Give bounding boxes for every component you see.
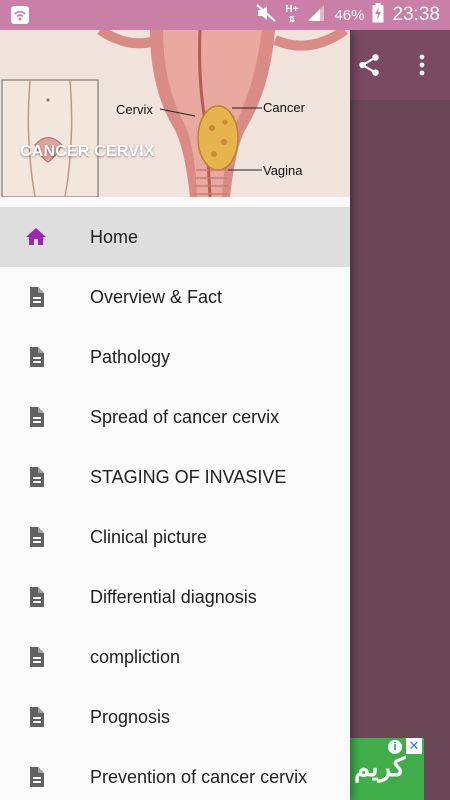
document-icon bbox=[24, 345, 48, 369]
ad-banner[interactable]: كريم i ✕ bbox=[350, 738, 424, 800]
document-icon bbox=[24, 465, 48, 489]
document-icon bbox=[24, 585, 48, 609]
document-icon bbox=[24, 765, 48, 789]
network-type: H+ ⇅ bbox=[285, 4, 299, 25]
menu-item-pathology[interactable]: Pathology bbox=[0, 327, 350, 387]
menu-item-label: Home bbox=[90, 226, 139, 247]
vagina-label: Vagina bbox=[263, 163, 303, 178]
cancer-label: Cancer bbox=[263, 100, 306, 115]
menu-item-label: compliction bbox=[90, 646, 181, 667]
more-options-icon[interactable] bbox=[414, 52, 430, 83]
menu-item-label: Differential diagnosis bbox=[90, 586, 257, 607]
menu-item-staging[interactable]: STAGING OF INVASIVE bbox=[0, 447, 350, 507]
ad-text: كريم bbox=[354, 752, 406, 782]
drawer-header: Cervix Cancer Vagina CANCER CERVIX bbox=[0, 30, 350, 197]
document-icon bbox=[24, 705, 48, 729]
status-bar: H+ ⇅ 46% 23:38 bbox=[0, 0, 450, 30]
ad-info-icon[interactable]: i bbox=[388, 740, 402, 754]
battery-percent: 46% bbox=[334, 6, 365, 24]
menu-item-prognosis[interactable]: Prognosis bbox=[0, 687, 350, 747]
cervix-label: Cervix bbox=[116, 102, 153, 117]
menu-item-label: Prevention of cancer cervix bbox=[90, 766, 308, 787]
menu-item-label: Clinical picture bbox=[90, 526, 208, 547]
signal-icon bbox=[306, 3, 326, 28]
menu-item-label: STAGING OF INVASIVE bbox=[90, 466, 287, 487]
document-icon bbox=[24, 405, 48, 429]
menu-item-label: Pathology bbox=[90, 346, 171, 367]
menu-item-complication[interactable]: compliction bbox=[0, 627, 350, 687]
wifi-icon bbox=[10, 5, 30, 30]
drawer-title: CANCER CERVIX bbox=[20, 143, 155, 160]
menu-item-spread[interactable]: Spread of cancer cervix bbox=[0, 387, 350, 447]
ad-close-icon[interactable]: ✕ bbox=[406, 738, 422, 754]
menu-item-clinical-picture[interactable]: Clinical picture bbox=[0, 507, 350, 567]
document-icon bbox=[24, 285, 48, 309]
document-icon bbox=[24, 645, 48, 669]
menu-item-label: Prognosis bbox=[90, 706, 171, 727]
home-icon bbox=[24, 225, 48, 249]
menu-item-home[interactable]: Home bbox=[0, 207, 350, 267]
menu-item-differential-diagnosis[interactable]: Differential diagnosis bbox=[0, 567, 350, 627]
battery-charging-icon bbox=[372, 2, 384, 28]
menu-item-label: Overview & Fact bbox=[90, 286, 223, 307]
clock: 23:38 bbox=[392, 4, 440, 25]
menu-item-label: Spread of cancer cervix bbox=[90, 406, 280, 427]
drawer-menu: Home Overview & Fact Pathology Spread of… bbox=[0, 207, 350, 800]
share-icon[interactable] bbox=[356, 52, 382, 83]
cervix-anatomy-image: Cervix Cancer Vagina bbox=[0, 30, 350, 197]
document-icon bbox=[24, 525, 48, 549]
menu-item-overview[interactable]: Overview & Fact bbox=[0, 267, 350, 327]
mute-icon bbox=[255, 3, 277, 28]
menu-item-prevention[interactable]: Prevention of cancer cervix bbox=[0, 747, 350, 800]
navigation-drawer: Cervix Cancer Vagina CANCER CERVIX Home … bbox=[0, 30, 350, 800]
